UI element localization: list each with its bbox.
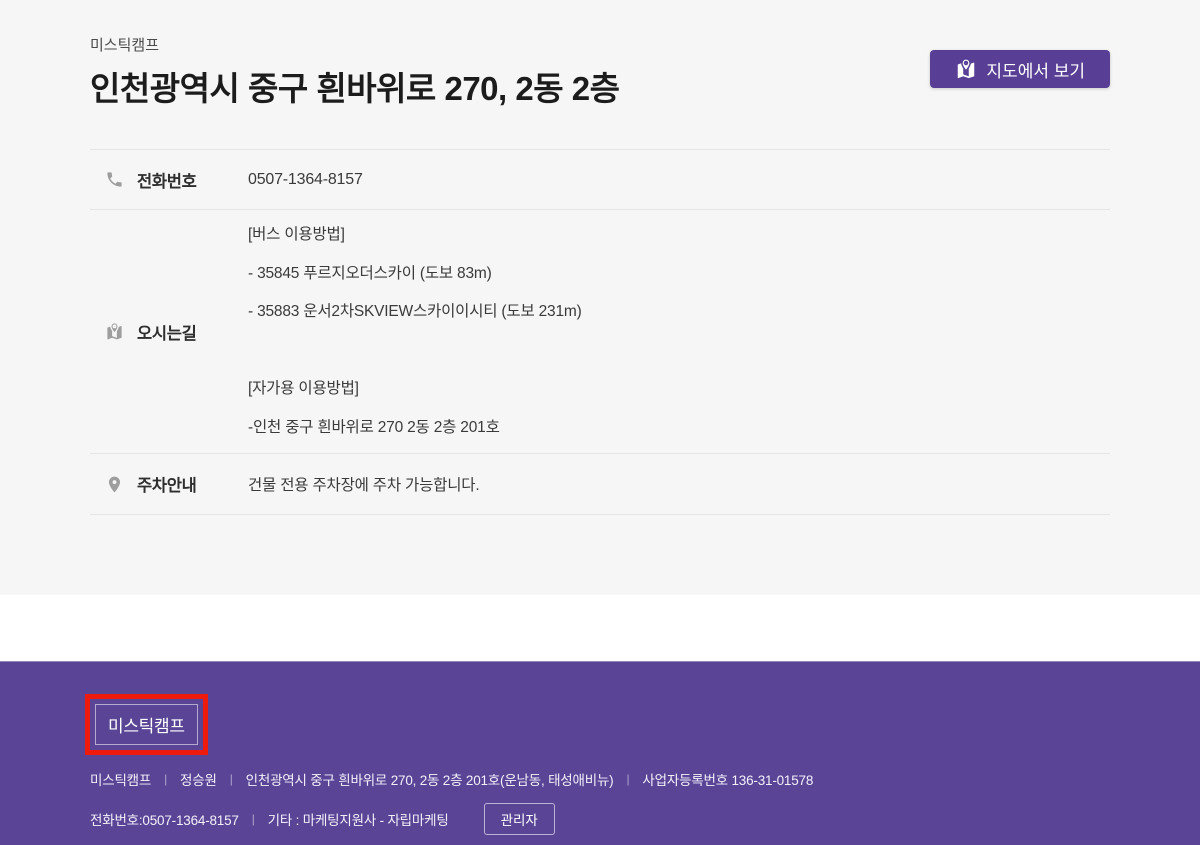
parking-value: 건물 전용 주차장에 주차 가능합니다. — [248, 473, 1110, 495]
view-on-map-button[interactable]: 지도에서 보기 — [930, 50, 1110, 88]
spacer — [0, 595, 1200, 661]
map-pin-icon — [955, 58, 977, 80]
info-row-parking: 주차안내 건물 전용 주차장에 주차 가능합니다. — [90, 454, 1110, 515]
footer-etc: 기타 : 마케팅지원사 - 자립마케팅 — [268, 809, 449, 829]
phone-icon — [105, 170, 124, 189]
separator: | — [164, 772, 167, 786]
directions-map-icon — [105, 322, 124, 341]
directions-line: [버스 이용방법] — [248, 216, 1110, 255]
footer-business-number: 사업자등록번호 136-31-01578 — [642, 769, 813, 789]
directions-line: [자가용 이용방법] — [248, 370, 1110, 409]
separator: | — [626, 772, 629, 786]
directions-line: - 35845 푸르지오더스카이 (도보 83m) — [248, 255, 1110, 294]
phone-value: 0507-1364-8157 — [248, 171, 1110, 189]
directions-line: - 35883 운서2차SKVIEW스카이이시티 (도보 231m) — [248, 293, 1110, 332]
info-table: 전화번호 0507-1364-8157 오시는길 — [90, 149, 1110, 515]
footer-owner: 정승원 — [180, 769, 217, 789]
highlight-annotation-box: 미스틱캠프 — [85, 694, 208, 755]
phone-label: 전화번호 — [137, 168, 197, 192]
separator: | — [230, 772, 233, 786]
footer-info-line-1: 미스틱캠프 | 정승원 | 인천광역시 중구 흰바위로 270, 2동 2층 2… — [90, 769, 1110, 789]
footer-company: 미스틱캠프 — [90, 769, 151, 789]
directions-line — [248, 332, 1110, 371]
location-section: 미스틱캠프 인천광역시 중구 흰바위로 270, 2동 2층 지도에서 보기 — [0, 0, 1200, 595]
admin-button[interactable]: 관리자 — [484, 803, 555, 835]
location-pin-icon — [105, 475, 124, 494]
section-header: 미스틱캠프 인천광역시 중구 흰바위로 270, 2동 2층 지도에서 보기 — [90, 0, 1110, 110]
footer-phone: 전화번호:0507-1364-8157 — [90, 809, 239, 829]
separator: | — [252, 812, 255, 826]
info-row-phone: 전화번호 0507-1364-8157 — [90, 150, 1110, 210]
directions-line: -인천 중구 흰바위로 270 2동 2층 201호 — [248, 409, 1110, 448]
info-row-directions: 오시는길 [버스 이용방법] - 35845 푸르지오더스카이 (도보 83m)… — [90, 210, 1110, 454]
footer-logo[interactable]: 미스틱캠프 — [95, 704, 198, 745]
footer: 미스틱캠프 미스틱캠프 | 정승원 | 인천광역시 중구 흰바위로 270, 2… — [0, 661, 1200, 845]
footer-address: 인천광역시 중구 흰바위로 270, 2동 2층 201호(운남동, 태성애비뉴… — [246, 769, 614, 789]
view-on-map-label: 지도에서 보기 — [986, 57, 1085, 82]
footer-info-line-2: 전화번호:0507-1364-8157 | 기타 : 마케팅지원사 - 자립마케… — [90, 803, 1110, 835]
directions-label: 오시는길 — [137, 320, 197, 344]
parking-label: 주차안내 — [137, 472, 197, 496]
